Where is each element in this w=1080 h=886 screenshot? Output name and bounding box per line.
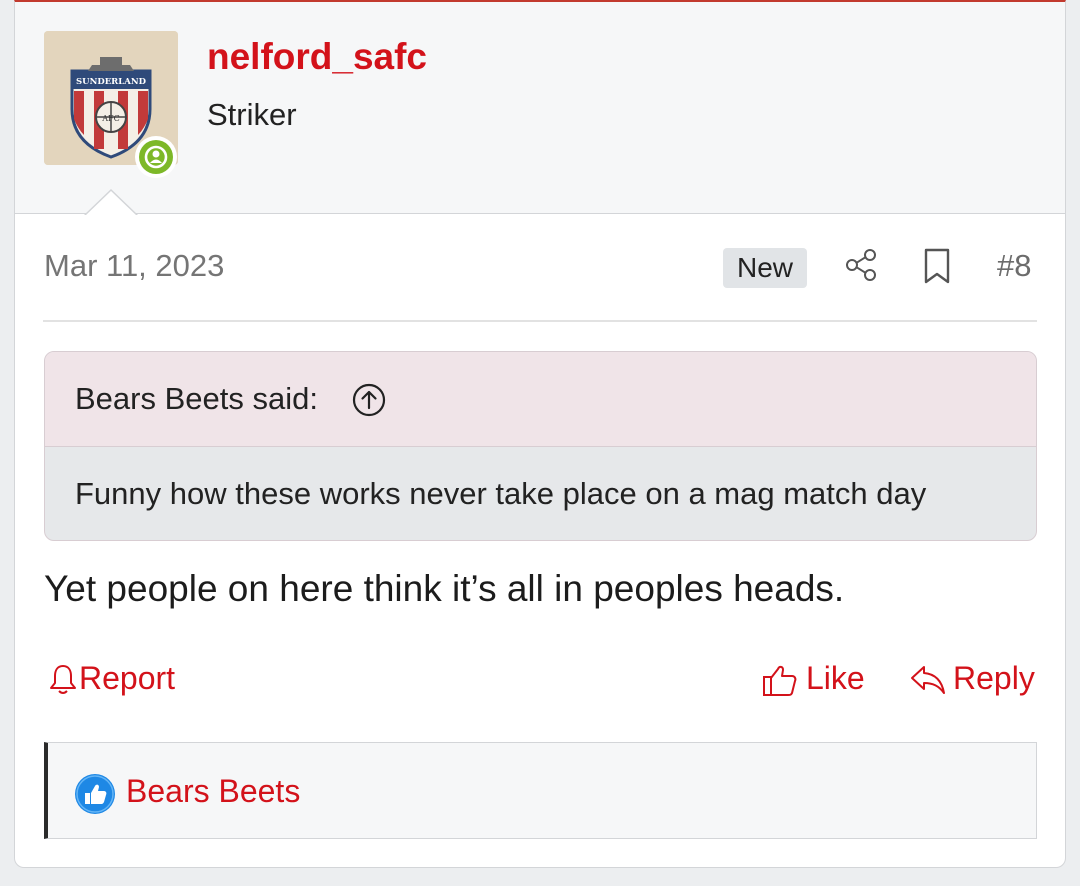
post-date[interactable]: Mar 11, 2023: [44, 248, 224, 284]
reply-button[interactable]: Reply: [909, 660, 1039, 700]
svg-text:SUNDERLAND: SUNDERLAND: [76, 77, 147, 87]
like-button[interactable]: Like: [762, 660, 872, 700]
bell-icon: [50, 665, 76, 694]
user-header: SUNDERLAND AFC nelford_safc Striker: [15, 2, 1065, 214]
reaction-user-link[interactable]: Bears Beets: [126, 773, 300, 810]
new-badge: New: [723, 248, 807, 288]
arrow-up-circle-icon[interactable]: [352, 383, 386, 417]
like-label: Like: [806, 660, 865, 696]
svg-text:AFC: AFC: [101, 114, 119, 123]
reactions-bar: Bears Beets: [44, 742, 1037, 839]
online-status-indicator: [135, 136, 177, 178]
quote-text: Funny how these works never take place o…: [75, 476, 927, 511]
share-icon[interactable]: [844, 247, 878, 283]
thumbs-up-icon: [75, 774, 115, 814]
user-title: Striker: [207, 97, 297, 132]
report-label: Report: [79, 660, 176, 696]
quote-block: Bears Beets said: Funny how these works …: [44, 351, 1037, 541]
report-button[interactable]: Report: [49, 660, 189, 700]
post-body: Yet people on here think it’s all in peo…: [44, 568, 845, 609]
reply-icon: [911, 666, 945, 694]
post-number-link[interactable]: #8: [997, 248, 1031, 284]
reply-label: Reply: [953, 660, 1035, 696]
quote-author[interactable]: Bears Beets said:: [75, 381, 318, 417]
username-link[interactable]: nelford_safc: [207, 36, 427, 78]
post-card: SUNDERLAND AFC nelford_safc Striker Mar …: [14, 0, 1066, 868]
divider: [43, 320, 1037, 322]
quote-header: Bears Beets said:: [45, 352, 1036, 447]
user-icon: [144, 145, 168, 169]
thumbs-up-outline-icon: [763, 665, 797, 696]
bookmark-icon[interactable]: [923, 247, 951, 285]
